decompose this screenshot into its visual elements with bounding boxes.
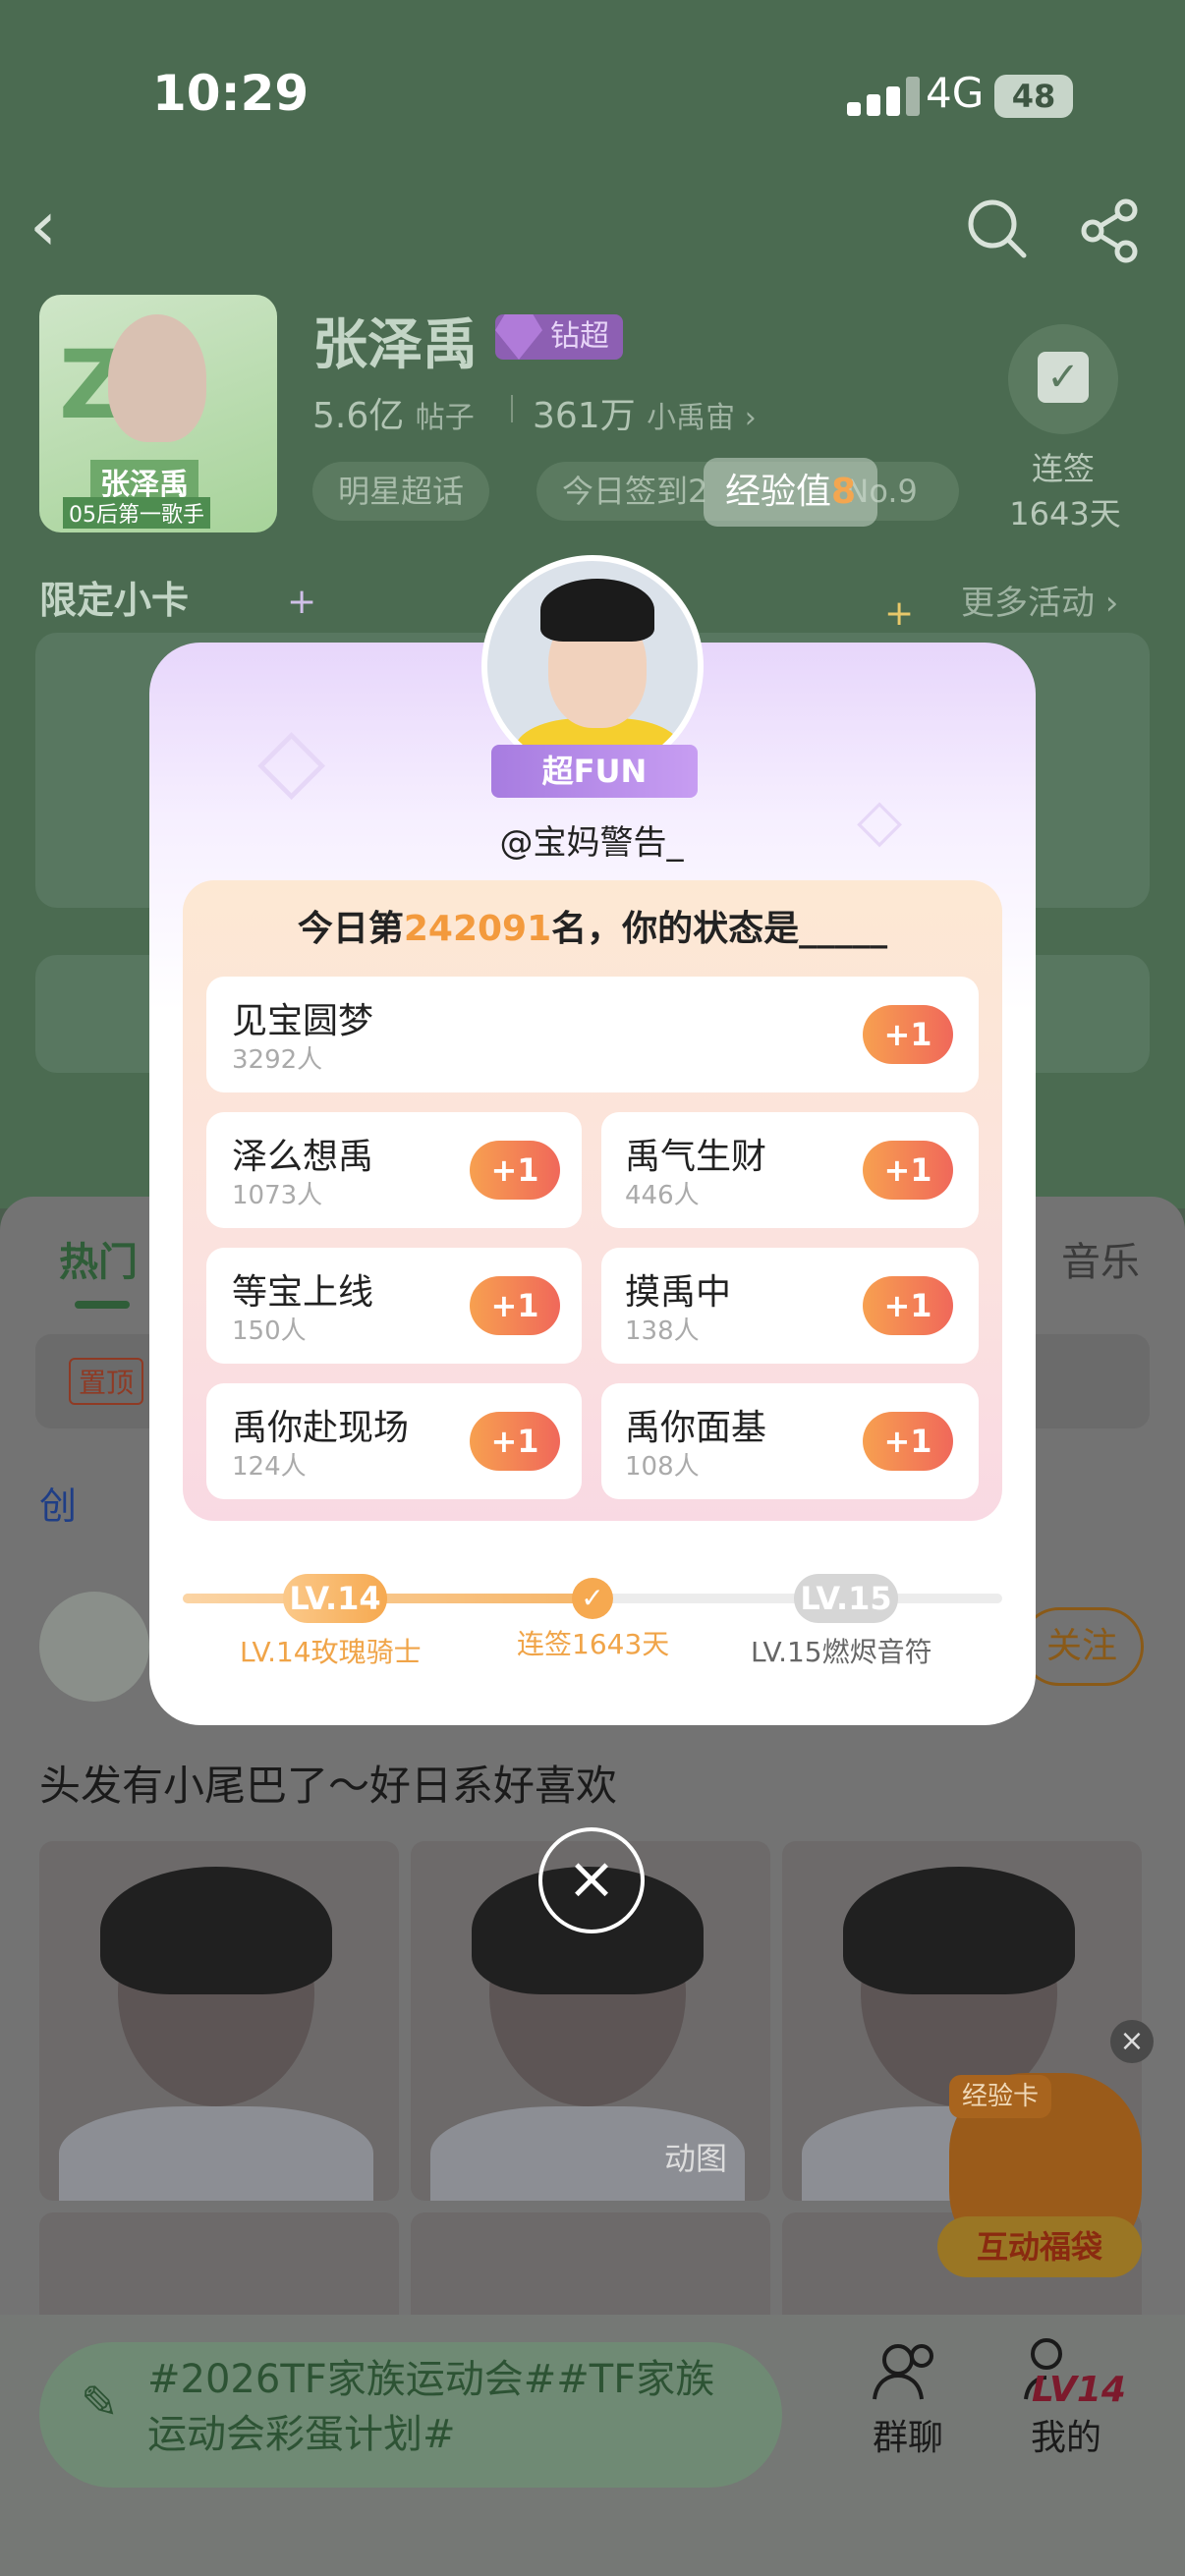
post-photo[interactable] bbox=[39, 1841, 399, 2201]
exp-card-tag: 经验卡 bbox=[949, 2075, 1051, 2118]
level-next-name: LV.15燃烬音符 bbox=[751, 1636, 932, 1668]
back-icon[interactable]: ‹ bbox=[29, 192, 88, 265]
rank-text: 今日第242091名，你的状态是_____ bbox=[297, 909, 888, 949]
sparkle-icon: + bbox=[287, 582, 317, 622]
level-tag: LV14 bbox=[1032, 2370, 1126, 2410]
more-activities-link[interactable]: 更多活动 › bbox=[961, 576, 1118, 624]
gif-label: 动图 bbox=[664, 2140, 728, 2177]
level-progress-fill bbox=[183, 1594, 592, 1603]
calendar-check-icon: ✓ bbox=[1038, 352, 1089, 403]
nav-mine[interactable]: 我的 bbox=[1012, 2409, 1120, 2460]
status-option-count: 124人 bbox=[232, 1452, 307, 1482]
tab-hot[interactable]: 热门 bbox=[59, 1230, 138, 1287]
status-option-name: 禹气生财 bbox=[625, 1137, 767, 1177]
exp-toast: 经验值8 bbox=[704, 458, 878, 527]
lucky-bag-button[interactable]: 互动福袋 bbox=[937, 2216, 1142, 2277]
fans-stat[interactable]: 361万 小禹宙 › bbox=[533, 387, 757, 438]
post-input[interactable]: #2026TF家族运动会##TF家族运动会彩蛋计划# bbox=[39, 2342, 782, 2488]
plus-one-button[interactable]: +1 bbox=[470, 1141, 560, 1200]
group-chat-icon[interactable] bbox=[869, 2336, 947, 2405]
status-option-name: 禹你赴现场 bbox=[232, 1408, 410, 1448]
posts-stat: 5.6亿 帖子 bbox=[312, 396, 475, 436]
share-icon[interactable] bbox=[1077, 196, 1146, 265]
check-icon: ✓ bbox=[572, 1578, 613, 1619]
pinned-tag: 置顶 bbox=[69, 1358, 144, 1405]
plus-one-button[interactable]: +1 bbox=[863, 1005, 953, 1064]
username: @宝妈警告_ bbox=[499, 823, 684, 863]
follow-button[interactable]: 关注 bbox=[1020, 1607, 1144, 1686]
battery-level: 48 bbox=[994, 75, 1073, 118]
diamond-icon: ◇ bbox=[257, 707, 326, 811]
close-icon[interactable]: × bbox=[538, 1827, 645, 1933]
plus-one-button[interactable]: +1 bbox=[863, 1141, 953, 1200]
tab-music[interactable]: 音乐 bbox=[1061, 1230, 1140, 1287]
avatar[interactable] bbox=[39, 1592, 149, 1702]
status-option-count: 1073人 bbox=[232, 1181, 323, 1210]
level-current-chip: LV.14 bbox=[283, 1574, 387, 1623]
status-option-name: 禹你面基 bbox=[625, 1408, 767, 1448]
divider bbox=[511, 395, 513, 422]
plus-one-button[interactable]: +1 bbox=[470, 1276, 560, 1335]
topic-cover-image[interactable]: Z 张泽禹 05后第一歌手 bbox=[39, 295, 277, 532]
tab-indicator bbox=[75, 1301, 130, 1309]
streak-label: 连签1643天 bbox=[517, 1628, 670, 1660]
creator-row[interactable]: 创 bbox=[39, 1476, 77, 1530]
network-label: 4G bbox=[926, 69, 985, 117]
close-icon[interactable]: × bbox=[1110, 2020, 1154, 2063]
checkin-button[interactable]: ✓ bbox=[1008, 324, 1118, 434]
plus-one-button[interactable]: +1 bbox=[470, 1412, 560, 1471]
nav-group-chat[interactable]: 群聊 bbox=[857, 2409, 959, 2460]
cover-subtitle: 05后第一歌手 bbox=[63, 497, 210, 529]
tag-star-topic[interactable]: 明星超话 bbox=[312, 462, 490, 521]
pen-icon: ✎ bbox=[81, 2376, 119, 2429]
status-option-name: 等宝上线 bbox=[232, 1272, 374, 1313]
post-title[interactable]: 头发有小尾巴了～好日系好喜欢 bbox=[39, 1753, 617, 1813]
search-icon[interactable] bbox=[963, 195, 1032, 263]
status-option-name: 见宝圆梦 bbox=[232, 1001, 374, 1041]
section-title: 限定小卡 bbox=[39, 579, 190, 622]
status-option-count: 108人 bbox=[625, 1452, 700, 1482]
status-time: 10:29 bbox=[152, 65, 310, 122]
diamond-icon: ◇ bbox=[857, 786, 903, 855]
status-option-name: 泽么想禹 bbox=[232, 1137, 374, 1177]
status-option-name: 摸禹中 bbox=[625, 1272, 732, 1313]
checkin-days: 1643天 bbox=[1009, 495, 1121, 532]
topic-name: 张泽禹 bbox=[312, 313, 478, 377]
status-option-count: 150人 bbox=[232, 1316, 307, 1346]
status-option-count: 446人 bbox=[625, 1181, 700, 1210]
status-option-count: 3292人 bbox=[232, 1045, 323, 1075]
plus-one-button[interactable]: +1 bbox=[863, 1412, 953, 1471]
checkin-label: 连签 bbox=[1031, 450, 1095, 487]
level-next-chip: LV.15 bbox=[794, 1574, 898, 1623]
level-current-name: LV.14玫瑰骑士 bbox=[240, 1636, 422, 1668]
fan-level-badge: 超FUN bbox=[491, 745, 698, 798]
plus-one-button[interactable]: +1 bbox=[863, 1276, 953, 1335]
sparkle-icon: + bbox=[884, 593, 915, 634]
status-option-count: 138人 bbox=[625, 1316, 700, 1346]
